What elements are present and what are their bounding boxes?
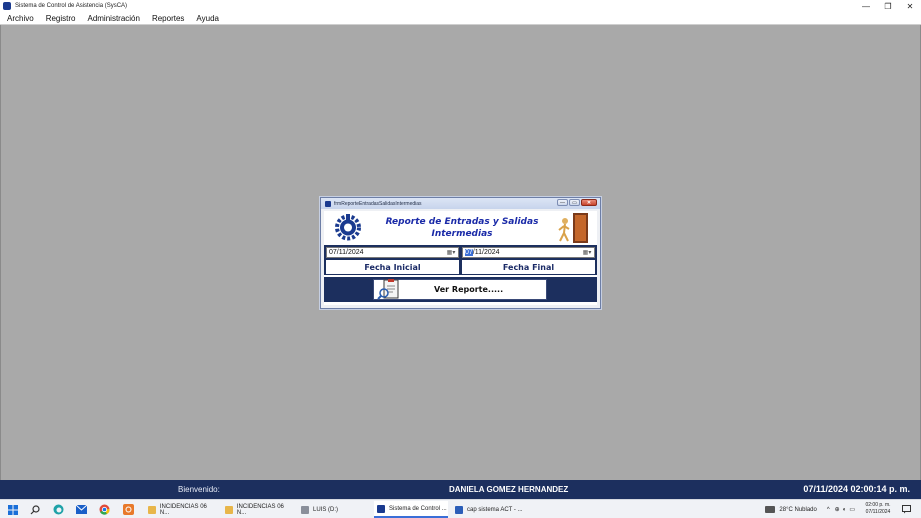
taskbar-app-label: INCIDENCIAS 06 N...	[159, 503, 207, 516]
clock-time: 02:00 p. m.	[865, 502, 891, 508]
search-icon[interactable]	[28, 503, 41, 516]
view-report-button[interactable]: Ver Reporte.....	[373, 279, 547, 300]
taskbar-app-word[interactable]: cap sistema ACT - ...	[452, 501, 526, 518]
welcome-label: Bienvenido:	[178, 485, 220, 494]
system-tray: 28°C Nublado ^ ⊕ ◐ ▭	[765, 500, 921, 518]
network-icon[interactable]: ⊕	[835, 506, 840, 513]
menu-administracion[interactable]: Administración	[81, 14, 145, 23]
end-date-picker[interactable]: 07/11/2024 ▦▾	[462, 247, 595, 258]
dialog-minimize-button[interactable]: —	[557, 199, 568, 206]
minimize-button[interactable]: —	[855, 0, 877, 12]
window-titlebar: Sistema de Control de Asistencia (SysCA)…	[0, 0, 921, 12]
notifications-icon[interactable]	[900, 503, 913, 516]
view-report-label: Ver Reporte.....	[434, 285, 504, 294]
mail-icon[interactable]	[75, 503, 88, 516]
taskbar-app-label: LUIS (D:)	[313, 506, 339, 513]
end-date-label: Fecha Final	[462, 260, 595, 274]
close-button[interactable]: ✕	[899, 0, 921, 12]
drive-icon	[301, 505, 309, 514]
report-title: Reporte de Entradas y Salidas Intermedia…	[382, 216, 542, 240]
dialog-maximize-button[interactable]: ▭	[569, 199, 580, 206]
start-date-label: Fecha Inicial	[326, 260, 459, 274]
chrome-icon[interactable]	[98, 503, 111, 516]
dialog-title: frmReporteEntradasSalidasIntermedias	[334, 200, 422, 207]
dialog-close-button[interactable]: ✕	[581, 199, 597, 206]
status-datetime: 07/11/2024 02:00:14 p. m.	[803, 484, 910, 494]
weather-status[interactable]: 28°C Nublado	[779, 507, 816, 513]
taskbar-app-drive[interactable]: LUIS (D:)	[298, 501, 370, 518]
dialog-controls: — ▭ ✕	[557, 199, 597, 206]
report-document-icon	[377, 279, 399, 300]
report-header: Reporte de Entradas y Salidas Intermedia…	[324, 211, 597, 244]
taskbar-app-label: INCIDENCIAS 06 N...	[236, 503, 284, 516]
word-icon	[455, 505, 463, 514]
clock-date: 07/11/2024	[865, 509, 891, 515]
report-dialog: frmReporteEntradasSalidasIntermedias — ▭…	[320, 197, 601, 309]
start-date-picker[interactable]: 07/11/2024 ▦▾	[326, 247, 459, 258]
start-date-value: 07/11/2024	[329, 249, 364, 256]
institution-gear-logo-icon	[335, 214, 361, 241]
dialog-titlebar[interactable]: frmReporteEntradasSalidasIntermedias — ▭…	[321, 198, 600, 209]
dialog-app-icon	[325, 200, 331, 207]
start-menu-icon[interactable]	[6, 503, 19, 516]
calendar-dropdown-icon[interactable]: ▦▾	[582, 249, 592, 256]
calendar-dropdown-icon[interactable]: ▦▾	[446, 249, 456, 256]
sysca-app-icon	[377, 504, 385, 513]
end-date-selected-segment: 07	[465, 249, 473, 256]
menu-reportes[interactable]: Reportes	[146, 14, 190, 23]
menu-ayuda[interactable]: Ayuda	[190, 14, 225, 23]
menu-archivo[interactable]: Archivo	[0, 14, 40, 23]
current-user: DANIELA GOMEZ HERNANDEZ	[449, 485, 569, 494]
window-title: Sistema de Control de Asistencia (SysCA)	[15, 3, 128, 9]
tray-chevron-icon[interactable]: ^	[827, 507, 830, 513]
keyboard-icon[interactable]: ▭	[849, 506, 855, 513]
restore-button[interactable]: ❐	[877, 0, 899, 12]
date-range-panel: 07/11/2024 ▦▾ 07/11/2024 ▦▾ Fecha Inicia…	[324, 245, 597, 275]
status-bar: Bienvenido: DANIELA GOMEZ HERNANDEZ 07/1…	[0, 480, 921, 499]
menu-bar: Archivo Registro Administración Reportes…	[0, 12, 921, 25]
folder-icon	[148, 505, 156, 514]
app-logo-icon	[3, 2, 11, 10]
os-taskbar: INCIDENCIAS 06 N... INCIDENCIAS 06 N... …	[0, 499, 921, 518]
edge-browser-icon[interactable]	[52, 503, 65, 516]
menu-registro[interactable]: Registro	[40, 14, 82, 23]
window-controls: — ❐ ✕	[855, 0, 921, 12]
taskbar-app-sysca[interactable]: Sistema de Control ...	[374, 501, 448, 518]
taskbar-app-incidencias-1[interactable]: INCIDENCIAS 06 N...	[145, 501, 217, 518]
volume-icon[interactable]: ◐	[843, 507, 847, 513]
taskbar-app-label: Sistema de Control ...	[389, 505, 447, 512]
dialog-body: Reporte de Entradas y Salidas Intermedia…	[324, 211, 597, 305]
sublime-app-icon[interactable]	[122, 503, 135, 516]
weather-icon	[765, 506, 776, 513]
exit-door-icon	[558, 213, 588, 243]
taskbar-app-label: cap sistema ACT - ...	[467, 506, 523, 513]
folder-icon	[225, 505, 233, 514]
taskbar-app-incidencias-2[interactable]: INCIDENCIAS 06 N...	[222, 501, 294, 518]
app-window: Sistema de Control de Asistencia (SysCA)…	[0, 0, 921, 518]
report-action-panel: Ver Reporte.....	[324, 277, 597, 302]
report-title-line1: Reporte de Entradas y Salidas	[385, 217, 539, 227]
end-date-value: /11/2024	[472, 249, 500, 256]
tray-clock[interactable]: 02:00 p. m. 07/11/2024	[861, 502, 895, 516]
report-title-line2: Intermedias	[431, 229, 493, 239]
